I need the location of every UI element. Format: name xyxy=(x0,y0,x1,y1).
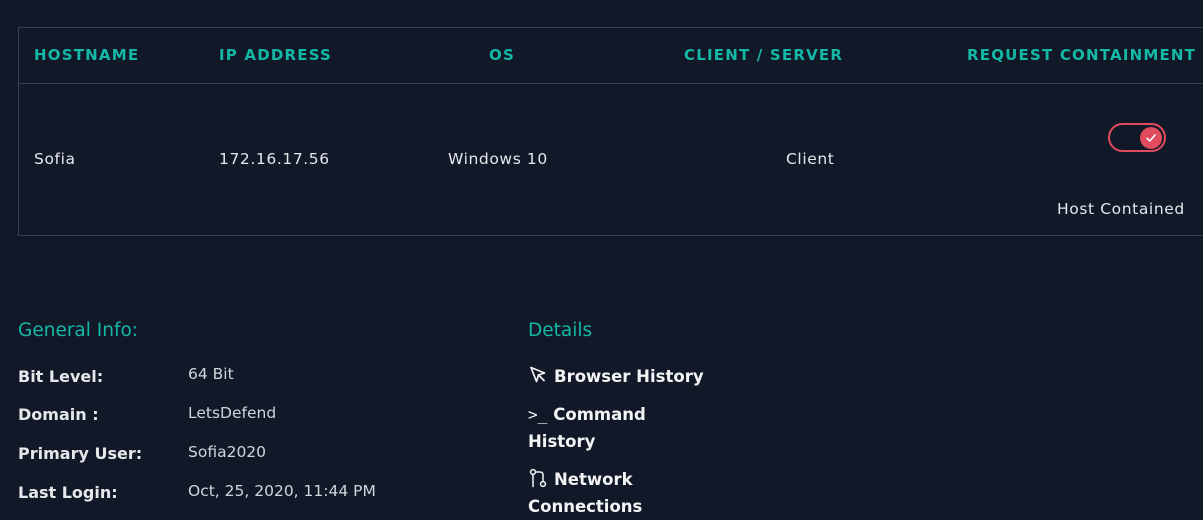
browser-history-link[interactable]: Browser History xyxy=(528,363,728,390)
info-label-primary-user: Primary User: xyxy=(18,444,143,463)
cursor-arrow-icon xyxy=(530,366,546,383)
git-branch-icon xyxy=(529,468,547,488)
column-header-hostname[interactable]: HOSTNAME xyxy=(34,46,139,64)
containment-status: Host Contained xyxy=(1057,200,1185,218)
column-header-ip-address[interactable]: IP ADDRESS xyxy=(219,46,332,64)
containment-toggle[interactable] xyxy=(1108,123,1166,152)
info-label-last-login: Last Login: xyxy=(18,483,118,502)
browser-history-label: Browser History xyxy=(554,367,704,386)
cell-hostname: Sofia xyxy=(34,150,76,168)
check-icon xyxy=(1146,133,1156,142)
terminal-icon: >_ xyxy=(528,405,548,424)
details-title: Details xyxy=(528,320,593,341)
info-value-bit-level: 64 Bit xyxy=(188,365,234,383)
general-info-title: General Info: xyxy=(18,320,139,341)
info-value-primary-user: Sofia2020 xyxy=(188,443,267,461)
table-header-row: HOSTNAME IP ADDRESS OS CLIENT / SERVER R… xyxy=(19,28,1203,84)
host-table: HOSTNAME IP ADDRESS OS CLIENT / SERVER R… xyxy=(18,27,1203,236)
column-header-client-server[interactable]: CLIENT / SERVER xyxy=(684,46,843,64)
network-connections-link[interactable]: Network Connections xyxy=(528,466,678,520)
toggle-knob xyxy=(1140,126,1162,149)
info-value-domain: LetsDefend xyxy=(188,404,277,422)
cell-os: Windows 10 xyxy=(448,150,548,168)
info-label-bit-level: Bit Level: xyxy=(18,367,104,386)
cell-client-server: Client xyxy=(786,150,835,168)
cell-ip-address: 172.16.17.56 xyxy=(219,150,330,168)
column-header-request-containment[interactable]: REQUEST CONTAINMENT xyxy=(967,46,1196,64)
command-history-link[interactable]: >_ Command History xyxy=(528,401,678,455)
info-label-domain: Domain : xyxy=(18,405,99,424)
column-header-os[interactable]: OS xyxy=(489,46,515,64)
info-value-last-login: Oct, 25, 2020, 11:44 PM xyxy=(188,482,376,500)
